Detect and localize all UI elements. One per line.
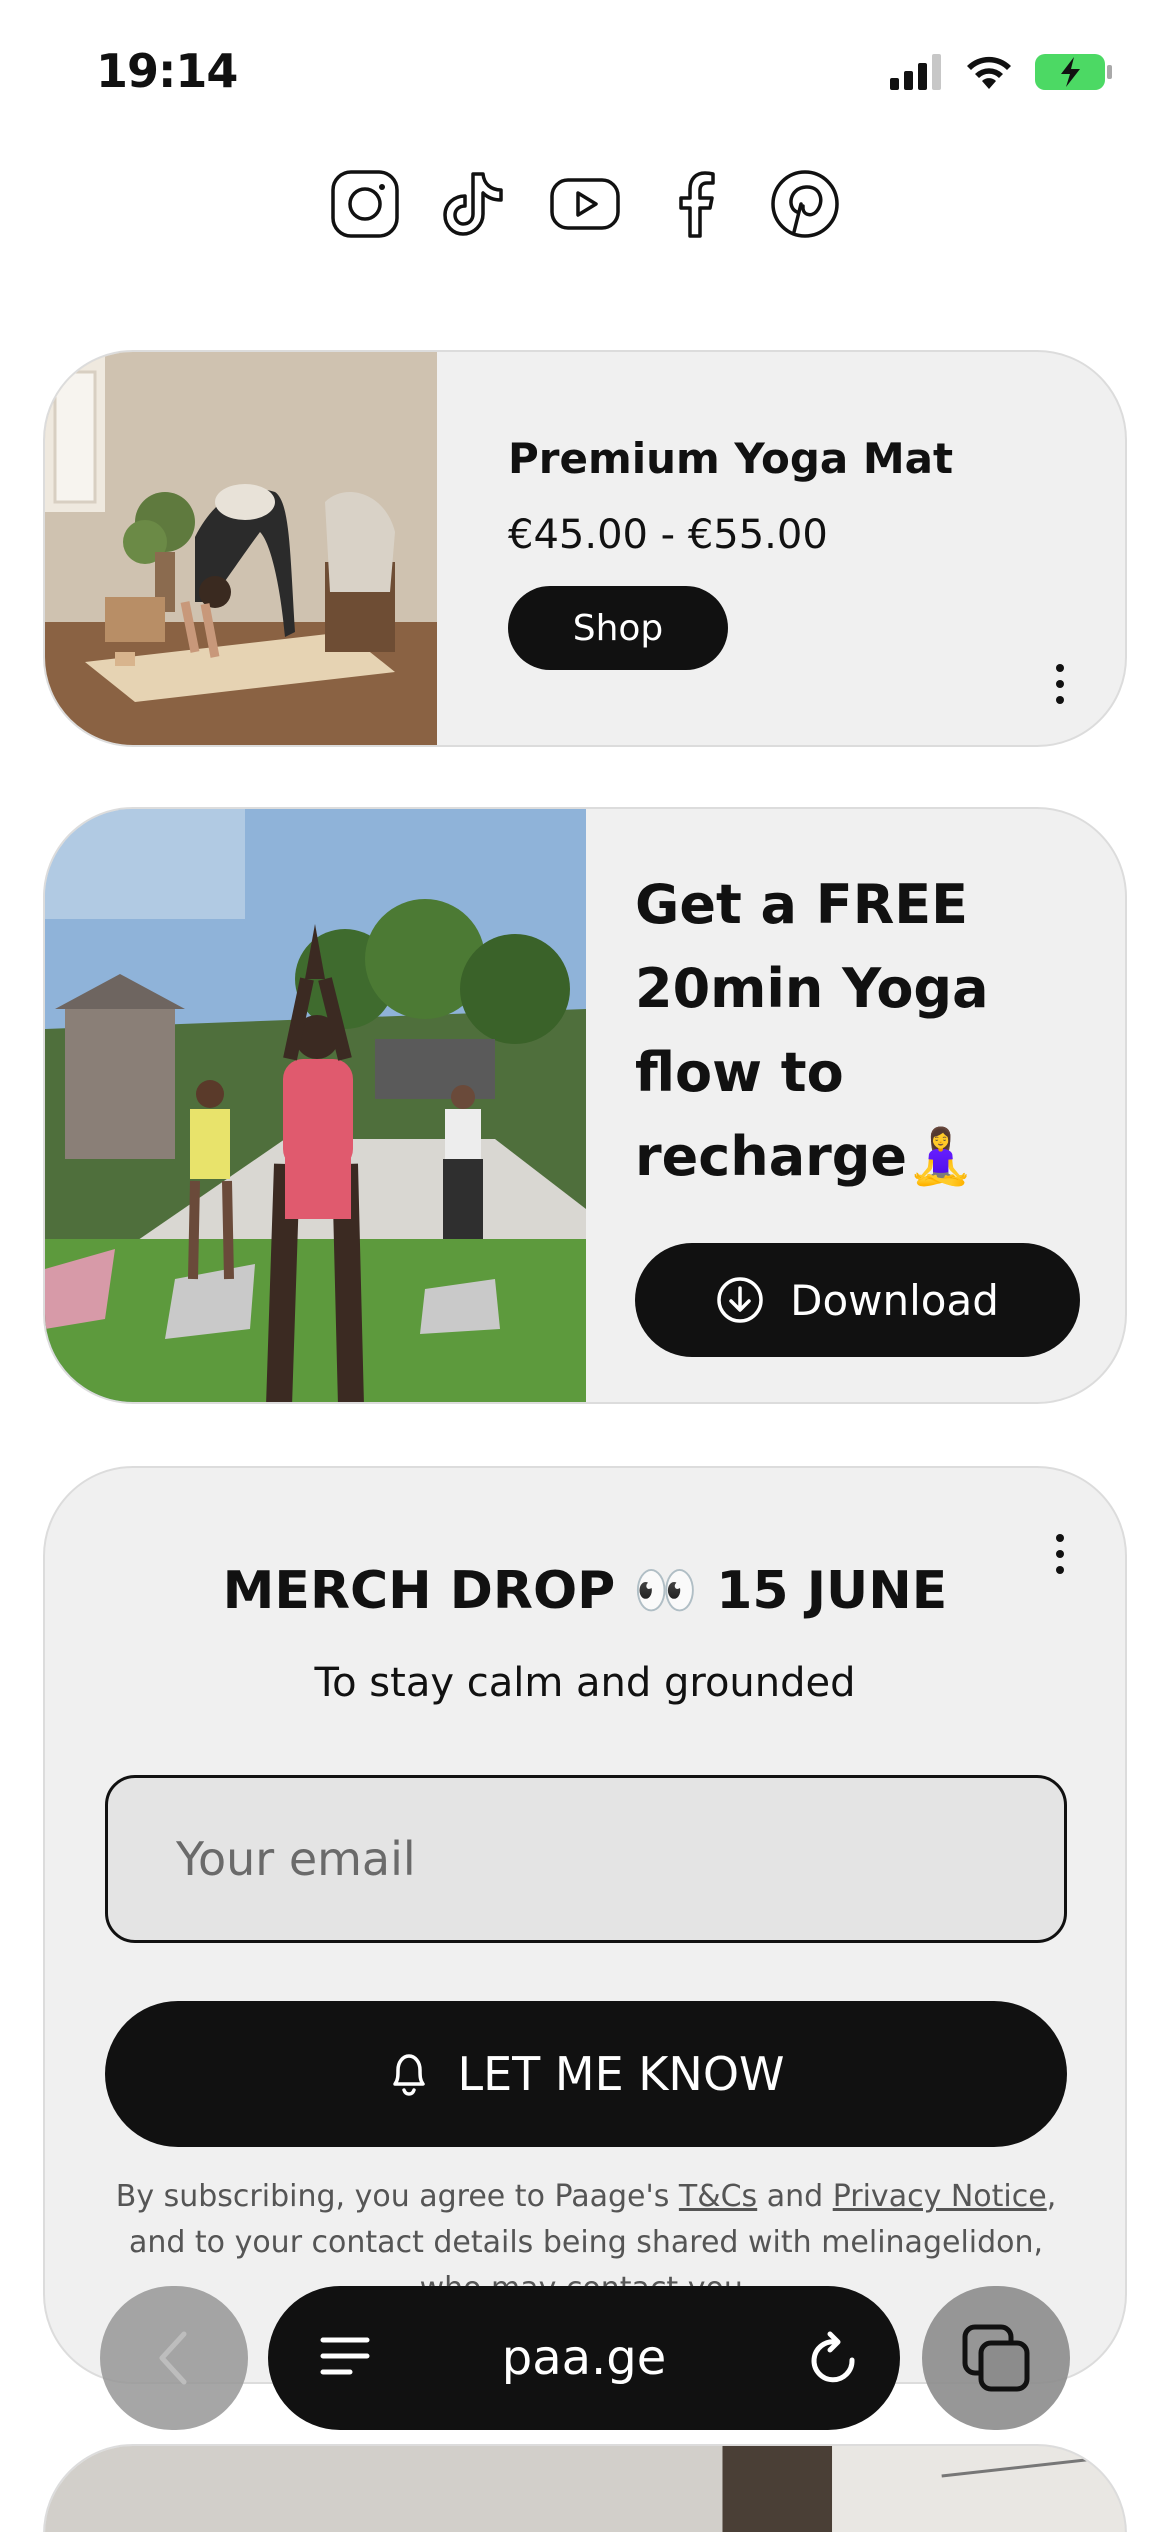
next-card[interactable] bbox=[43, 2444, 1127, 2532]
status-icons bbox=[890, 52, 1114, 92]
product-price: €45.00 - €55.00 bbox=[508, 512, 828, 558]
freebie-card[interactable]: Get a FREE 20min Yoga flow to recharge🧘‍… bbox=[43, 807, 1127, 1404]
more-options-icon[interactable] bbox=[1045, 654, 1075, 714]
email-input[interactable] bbox=[105, 1775, 1067, 1943]
legal-and: and bbox=[757, 2179, 833, 2214]
download-icon bbox=[717, 1277, 763, 1323]
shop-button[interactable]: Shop bbox=[508, 586, 728, 670]
tabs-icon bbox=[962, 2324, 1030, 2392]
pinterest-icon[interactable] bbox=[769, 168, 841, 240]
product-card[interactable]: Premium Yoga Mat €45.00 - €55.00 Shop bbox=[43, 350, 1127, 747]
tiktok-icon[interactable] bbox=[439, 168, 511, 240]
download-button-label: Download bbox=[790, 1275, 999, 1325]
status-bar: 19:14 bbox=[0, 0, 1170, 150]
back-button[interactable] bbox=[100, 2286, 248, 2430]
social-links bbox=[0, 168, 1170, 240]
instagram-icon[interactable] bbox=[329, 168, 401, 240]
outdoor-yoga-photo bbox=[45, 809, 586, 1402]
legal-prefix: By subscribing, you agree to Paage's bbox=[115, 2179, 679, 2214]
next-card-photo bbox=[45, 2446, 1125, 2532]
wifi-icon bbox=[967, 56, 1011, 89]
tabs-button[interactable] bbox=[922, 2286, 1070, 2430]
yoga-mat-photo bbox=[45, 352, 437, 745]
freebie-title: Get a FREE 20min Yoga flow to recharge🧘‍… bbox=[635, 873, 989, 1188]
status-time: 19:14 bbox=[96, 44, 238, 98]
bell-icon bbox=[393, 2054, 426, 2096]
download-button[interactable]: Download bbox=[635, 1243, 1080, 1357]
youtube-icon[interactable] bbox=[549, 168, 621, 240]
product-title: Premium Yoga Mat bbox=[508, 434, 954, 483]
privacy-link[interactable]: Privacy Notice bbox=[833, 2179, 1047, 2214]
merch-signup-card: MERCH DROP 👀 15 JUNE To stay calm and gr… bbox=[43, 1466, 1127, 2384]
reload-icon[interactable] bbox=[806, 2328, 862, 2388]
terms-link[interactable]: T&Cs bbox=[679, 2179, 757, 2214]
facebook-icon[interactable] bbox=[659, 168, 731, 240]
signup-heading: MERCH DROP 👀 15 JUNE bbox=[222, 1561, 948, 1621]
address-bar[interactable]: paa.ge bbox=[268, 2286, 900, 2430]
let-me-know-button[interactable]: LET ME KNOW bbox=[105, 2001, 1067, 2147]
cellular-signal-icon bbox=[890, 54, 941, 90]
let-me-know-label: LET ME KNOW bbox=[457, 2047, 785, 2101]
signup-subheading: To stay calm and grounded bbox=[314, 1660, 856, 1706]
chevron-left-icon bbox=[159, 2331, 187, 2385]
battery-charging-icon bbox=[1035, 54, 1112, 90]
